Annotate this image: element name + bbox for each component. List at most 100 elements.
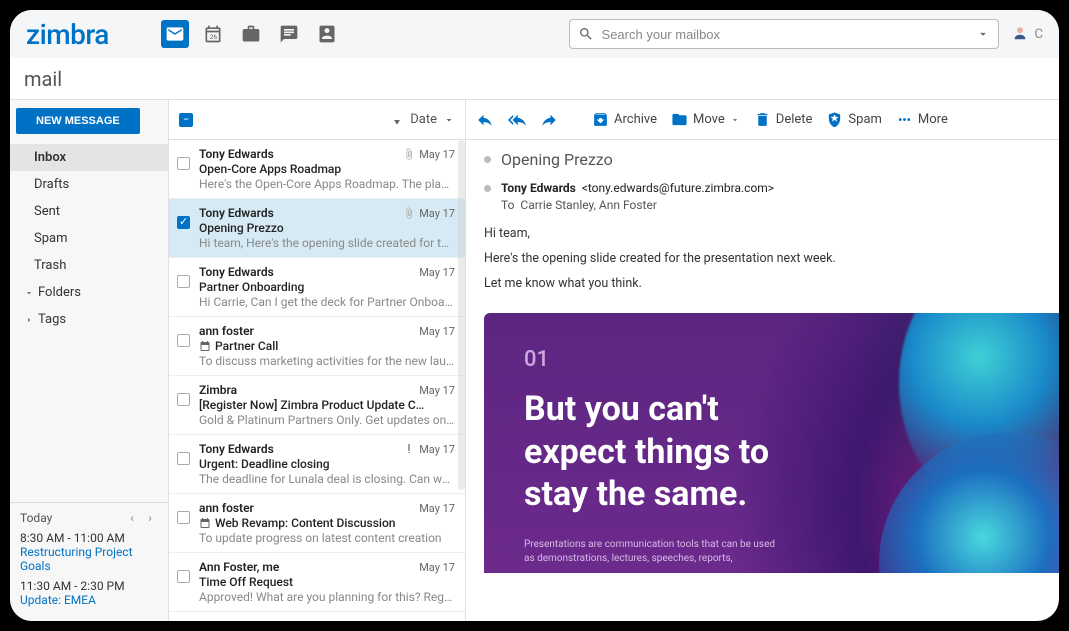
select-indicator-icon[interactable]: − — [179, 113, 193, 127]
folders-group[interactable]: Folders — [10, 279, 168, 306]
user-initial: C — [1035, 27, 1043, 42]
message-date: May 17 — [419, 324, 455, 338]
briefcase-icon[interactable] — [237, 20, 265, 48]
delete-button[interactable]: Delete — [754, 111, 813, 128]
reading-header: Tony Edwards <tony.edwards@future.zimbra… — [466, 177, 1059, 222]
message-from: Tony Edwards — [199, 206, 274, 220]
message-date: May 17 — [419, 619, 455, 621]
mini-calendar: Today ‹ › 8:30 AM - 11:00 AM Restructuri… — [10, 502, 168, 621]
message-subject: Time Off Request — [199, 575, 455, 589]
message-from: Zimbra Team — [199, 619, 270, 621]
body-paragraph: Let me know what you think. — [484, 276, 1041, 291]
reading-subject: Opening Prezzo — [501, 150, 613, 169]
mini-calendar-prev[interactable]: ‹ — [124, 511, 140, 525]
message-preview: To update progress on latest content cre… — [199, 531, 455, 545]
message-row[interactable]: Tony EdwardsMay 17Opening PrezzoHi team,… — [169, 199, 465, 258]
mail-icon[interactable] — [161, 20, 189, 48]
archive-button[interactable]: Archive — [592, 111, 657, 128]
more-button[interactable]: More — [896, 111, 948, 128]
message-list-header: − Date — [169, 100, 465, 140]
folder-inbox[interactable]: Inbox — [10, 144, 168, 171]
message-date: May 17 — [403, 147, 455, 161]
spam-button[interactable]: Spam — [826, 111, 882, 128]
message-preview: Gold & Platinum Partners Only. Get updat… — [199, 413, 455, 427]
search-input[interactable] — [602, 27, 968, 42]
reading-from: Tony Edwards <tony.edwards@future.zimbra… — [501, 181, 774, 195]
message-row[interactable]: Tony EdwardsMay 17Urgent: Deadline closi… — [169, 435, 465, 494]
message-preview: Here's the Open-Core Apps Roadmap. The p… — [199, 177, 455, 191]
nav-icons: 26 — [161, 20, 341, 48]
folder-drafts[interactable]: Drafts — [10, 171, 168, 198]
body-paragraph: Hi team, — [484, 226, 1041, 241]
folder-sent[interactable]: Sent — [10, 198, 168, 225]
message-row[interactable]: ann fosterMay 17Partner CallTo discuss m… — [169, 317, 465, 376]
sidebar: NEW MESSAGE Inbox Drafts Sent Spam Trash… — [10, 100, 168, 621]
message-subject: Opening Prezzo — [199, 221, 455, 235]
mini-calendar-next[interactable]: › — [142, 511, 158, 525]
reply-button[interactable] — [476, 111, 494, 129]
thread-dot-icon — [484, 185, 491, 192]
message-checkbox[interactable] — [177, 206, 191, 250]
message-row[interactable]: Ann Foster, meMay 17Time Off RequestAppr… — [169, 553, 465, 612]
calendar-event[interactable]: 8:30 AM - 11:00 AM Restructuring Project… — [20, 531, 158, 573]
spam-label: Spam — [848, 112, 882, 127]
chevron-down-icon — [24, 288, 34, 298]
attachment-slide: 01 But you can't expect things to stay t… — [484, 313, 1059, 573]
message-checkbox[interactable] — [177, 265, 191, 309]
search-box[interactable] — [569, 19, 999, 49]
message-checkbox[interactable] — [177, 324, 191, 368]
reading-subject-bar: Opening Prezzo — [466, 140, 1059, 177]
chevron-down-icon[interactable] — [443, 114, 455, 126]
message-checkbox[interactable] — [177, 147, 191, 191]
folder-spam[interactable]: Spam — [10, 225, 168, 252]
message-subject: Partner Onboarding — [199, 280, 455, 294]
message-date: May 17 — [419, 383, 455, 397]
event-time: 11:30 AM - 2:30 PM — [20, 579, 158, 593]
reply-all-button[interactable] — [508, 111, 526, 129]
scrollbar[interactable] — [458, 140, 465, 490]
message-row[interactable]: ZimbraMay 17[Register Now] Zimbra Produc… — [169, 376, 465, 435]
delete-label: Delete — [776, 112, 813, 127]
message-date: May 17 — [419, 501, 455, 515]
message-checkbox[interactable] — [177, 442, 191, 486]
chevron-right-icon — [24, 315, 34, 325]
message-checkbox[interactable] — [177, 560, 191, 604]
message-checkbox[interactable] — [177, 619, 191, 621]
calendar-icon[interactable]: 26 — [199, 20, 227, 48]
archive-label: Archive — [614, 112, 657, 127]
unread-dot-icon — [484, 156, 491, 163]
slide-subtext: Presentations are communication tools th… — [524, 538, 784, 566]
move-button[interactable]: Move — [671, 111, 740, 128]
calendar-event[interactable]: 11:30 AM - 2:30 PM Update: EMEA — [20, 579, 158, 607]
message-row[interactable]: Zimbra Team May 17 — [169, 612, 465, 621]
message-from: Ann Foster, me — [199, 560, 279, 574]
tags-group[interactable]: Tags — [10, 306, 168, 333]
search-icon — [578, 26, 594, 42]
message-row[interactable]: Tony EdwardsMay 17Open-Core Apps Roadmap… — [169, 140, 465, 199]
message-checkbox[interactable] — [177, 383, 191, 427]
sort-label[interactable]: Date — [410, 112, 437, 127]
chevron-down-icon[interactable] — [976, 27, 990, 41]
folders-label: Folders — [38, 285, 81, 300]
sort-arrow-icon[interactable] — [390, 113, 404, 127]
contacts-icon[interactable] — [313, 20, 341, 48]
message-row[interactable]: ann fosterMay 17Web Revamp: Content Disc… — [169, 494, 465, 553]
forward-button[interactable] — [540, 111, 558, 129]
message-date: May 17 — [419, 560, 455, 574]
message-list[interactable]: Tony EdwardsMay 17Open-Core Apps Roadmap… — [169, 140, 465, 621]
new-message-button[interactable]: NEW MESSAGE — [16, 108, 140, 134]
user-area[interactable]: C — [1011, 25, 1043, 43]
brand-logo: zimbra — [26, 18, 109, 51]
event-title: Update: EMEA — [20, 593, 158, 607]
message-checkbox[interactable] — [177, 501, 191, 545]
folder-trash[interactable]: Trash — [10, 252, 168, 279]
body-paragraph: Here's the opening slide created for the… — [484, 251, 1041, 266]
message-date: May 17 — [419, 265, 455, 279]
chat-icon[interactable] — [275, 20, 303, 48]
message-row[interactable]: Tony EdwardsMay 17Partner OnboardingHi C… — [169, 258, 465, 317]
event-time: 8:30 AM - 11:00 AM — [20, 531, 158, 545]
message-from: Tony Edwards — [199, 265, 274, 279]
reading-body: Hi team, Here's the opening slide create… — [466, 222, 1059, 313]
message-from: Tony Edwards — [199, 442, 274, 456]
message-date: May 17 — [403, 442, 455, 456]
